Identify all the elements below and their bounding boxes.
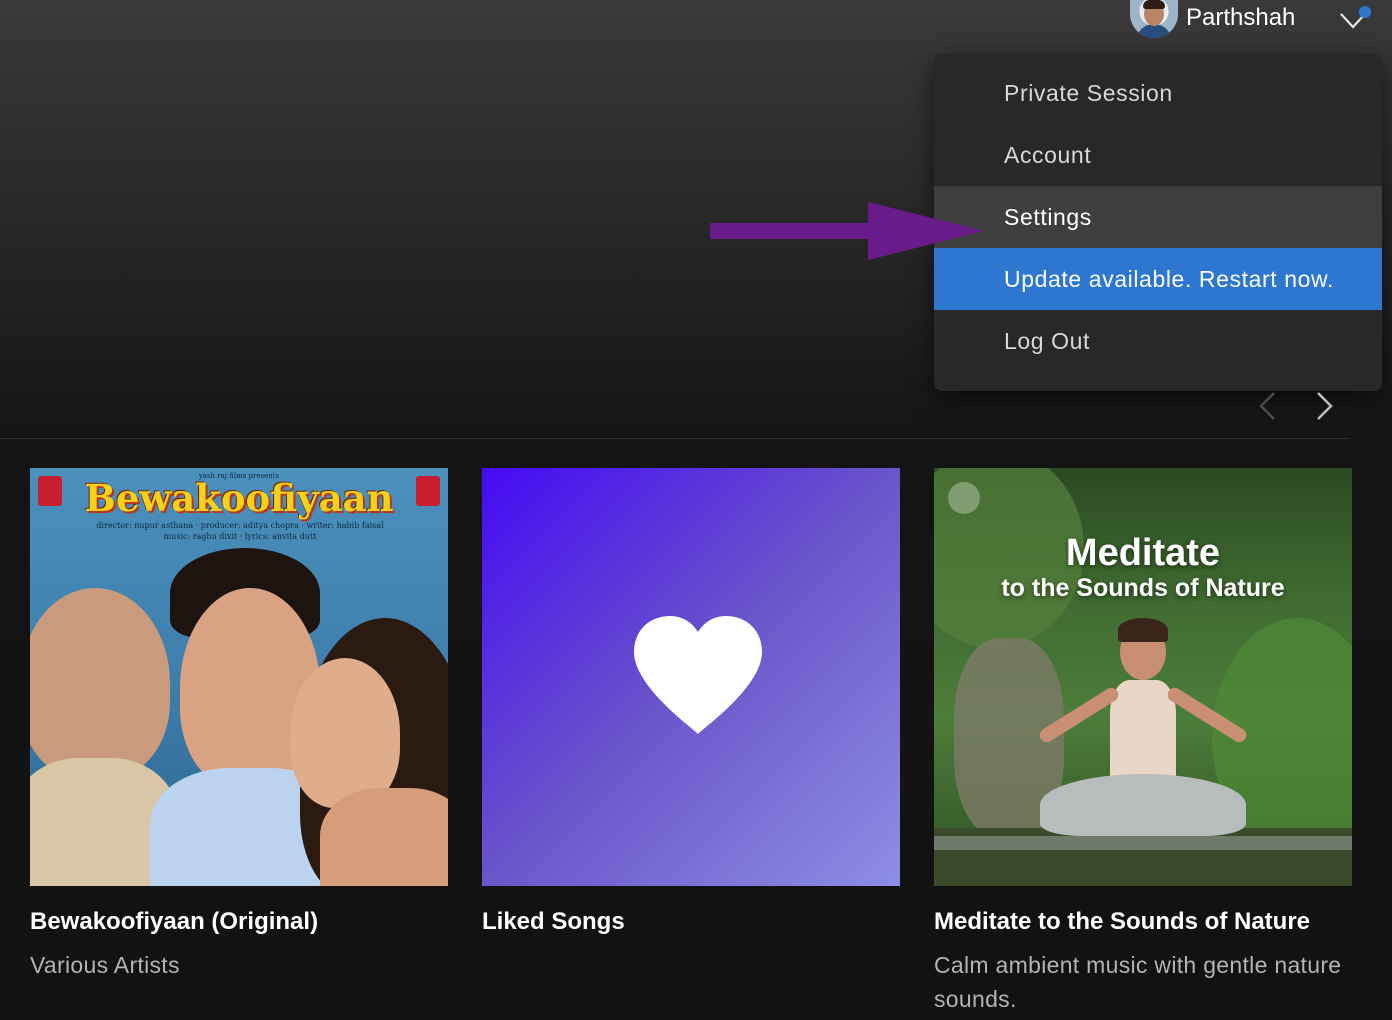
figure-hair [1118,618,1168,642]
spotify-logo-icon [948,482,980,514]
user-dropdown-menu: Private Session Account Settings Update … [934,54,1382,391]
menu-item-account[interactable]: Account [934,124,1382,186]
avatar-hair [1143,0,1165,9]
cover-title: Meditate [1065,532,1221,574]
card-liked-songs[interactable]: Liked Songs [482,468,900,936]
poster-figure-right-shoulder [320,788,448,886]
card-title[interactable]: Meditate to the Sounds of Nature [934,908,1352,936]
cover-liked-songs [482,468,900,886]
section-divider [0,438,1350,439]
chevron-right-icon[interactable] [1312,390,1336,422]
card-title[interactable]: Bewakoofiyaan (Original) [30,908,448,936]
card-meditate-nature[interactable]: Meditate to the Sounds of Nature Meditat… [934,468,1352,1016]
avatar[interactable] [1130,0,1178,38]
heart-icon [634,616,762,734]
poster-credit-line: director: nupur asthana · producer: adit… [96,521,384,530]
cover-subtitle: to the Sounds of Nature [1001,574,1285,602]
annotation-arrow-icon [710,202,984,260]
menu-item-private-session[interactable]: Private Session [934,62,1382,124]
menu-item-update-restart[interactable]: Update available. Restart now. [934,248,1382,310]
card-subtitle[interactable]: Various Artists [30,948,448,982]
chevron-left-icon[interactable] [1256,390,1280,422]
avatar-shirt [1136,24,1172,38]
figure-legs [1040,774,1246,836]
user-bar: Parthshah [1128,0,1378,40]
poster-figure-right [290,658,400,808]
card-title[interactable]: Liked Songs [482,908,900,936]
username[interactable]: Parthshah [1186,4,1295,32]
meditation-platform [934,836,1352,850]
menu-item-settings[interactable]: Settings [934,186,1382,248]
poster-figure-left [30,588,170,778]
cover-movie-poster: yash raj films presents Bewakoofiyaan di… [30,468,448,886]
notification-dot [1359,6,1371,18]
poster-title: Bewakoofiyaan [84,476,394,520]
menu-item-log-out[interactable]: Log Out [934,310,1382,372]
cover-meditate-playlist: Meditate to the Sounds of Nature [934,468,1352,886]
poster-credits: director: nupur asthana · producer: adit… [80,520,400,542]
card-subtitle[interactable]: Calm ambient music with gentle nature so… [934,948,1352,1016]
card-bewakoofiyaan[interactable]: yash raj films presents Bewakoofiyaan di… [30,468,448,982]
poster-credit-line: music: raghu dixit · lyrics: anvita dutt [163,532,317,541]
